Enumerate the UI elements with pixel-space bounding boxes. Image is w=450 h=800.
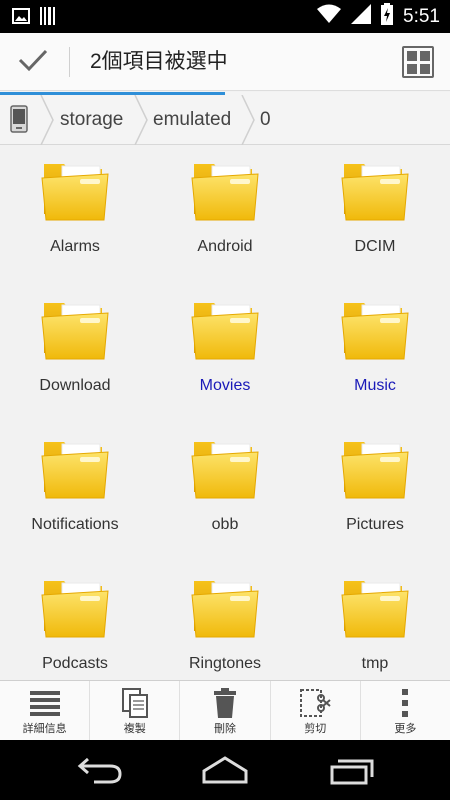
more-button[interactable]: 更多	[361, 681, 450, 740]
status-bar: 5:51	[0, 0, 450, 33]
cut-icon	[299, 687, 331, 719]
folder-icon	[40, 293, 110, 363]
folder-item[interactable]: Ringtones	[150, 563, 300, 680]
details-button[interactable]: 詳細信息	[0, 681, 91, 740]
folder-item[interactable]: Pictures	[300, 424, 450, 563]
folder-label: tmp	[361, 655, 389, 672]
folder-icon	[340, 571, 410, 641]
breadcrumb-item-emulated[interactable]: emulated	[153, 95, 231, 145]
cut-button[interactable]: 剪切	[271, 681, 361, 740]
folder-grid: Alarms Android DCIM Download Movies Music Noti…	[0, 146, 450, 680]
folder-item[interactable]: obb	[150, 424, 300, 563]
wifi-icon	[317, 4, 342, 29]
details-label: 詳細信息	[22, 723, 67, 735]
breadcrumb-separator	[241, 95, 255, 145]
folder-icon	[40, 571, 110, 641]
barcode-icon	[40, 7, 56, 30]
action-bar: 2個項目被選中	[0, 33, 450, 91]
folder-item[interactable]: tmp	[300, 563, 450, 680]
breadcrumb-item-storage[interactable]: storage	[60, 95, 123, 145]
bottom-toolbar: 詳細信息 複製 刪除 剪切 更多	[0, 680, 450, 740]
more-label: 更多	[394, 723, 417, 735]
folder-icon	[340, 293, 410, 363]
folder-icon	[40, 432, 110, 502]
folder-label: Alarms	[50, 238, 100, 255]
folder-icon	[40, 154, 110, 224]
copy-icon	[119, 687, 151, 719]
grid-view-icon[interactable]	[402, 46, 434, 78]
trash-icon	[209, 687, 241, 719]
action-bar-divider	[69, 47, 70, 77]
navigation-bar	[0, 740, 450, 800]
delete-label: 刪除	[214, 723, 236, 735]
folder-icon	[190, 154, 260, 224]
folder-item[interactable]: Android	[150, 146, 300, 285]
folder-label: Android	[197, 238, 253, 255]
folder-label: DCIM	[354, 238, 396, 255]
confirm-selection-button[interactable]	[0, 33, 66, 91]
folder-label: Ringtones	[188, 655, 262, 672]
phone-icon[interactable]	[10, 105, 28, 138]
selection-title: 2個項目被選中	[90, 50, 228, 73]
details-list-icon	[29, 687, 61, 719]
copy-button[interactable]: 複製	[90, 681, 181, 740]
folder-label: Pictures	[346, 516, 404, 533]
folder-icon	[190, 432, 260, 502]
folder-item[interactable]: Podcasts	[0, 563, 150, 680]
breadcrumb: storage emulated 0	[0, 92, 450, 145]
battery-charging-icon	[381, 3, 394, 30]
folder-label: Podcasts	[42, 655, 108, 672]
folder-label: Music	[354, 377, 396, 394]
home-icon[interactable]	[201, 755, 249, 785]
folder-label: Movies	[199, 377, 251, 394]
folder-item[interactable]: DCIM	[300, 146, 450, 285]
folder-icon	[340, 432, 410, 502]
checkmark-icon	[18, 48, 48, 77]
copy-label: 複製	[123, 723, 146, 735]
folder-label: Download	[39, 377, 111, 394]
signal-icon	[351, 4, 372, 29]
cut-label: 剪切	[304, 723, 327, 735]
folder-icon	[190, 293, 260, 363]
back-icon[interactable]	[76, 755, 124, 785]
breadcrumb-item-0[interactable]: 0	[260, 95, 271, 145]
folder-item[interactable]: Download	[0, 285, 150, 424]
clock: 5:51	[403, 5, 440, 27]
folder-item[interactable]: Movies	[150, 285, 300, 424]
folder-item[interactable]: Music	[300, 285, 450, 424]
folder-item[interactable]: Alarms	[0, 146, 150, 285]
delete-button[interactable]: 刪除	[180, 681, 271, 740]
folder-label: obb	[211, 516, 239, 533]
more-vertical-icon	[389, 687, 421, 719]
folder-icon	[340, 154, 410, 224]
folder-item[interactable]: Notifications	[0, 424, 150, 563]
folder-label: Notifications	[31, 516, 119, 533]
folder-icon	[190, 571, 260, 641]
image-icon	[12, 8, 30, 29]
breadcrumb-separator	[134, 95, 148, 145]
recents-icon[interactable]	[328, 755, 376, 785]
breadcrumb-separator	[40, 95, 54, 145]
